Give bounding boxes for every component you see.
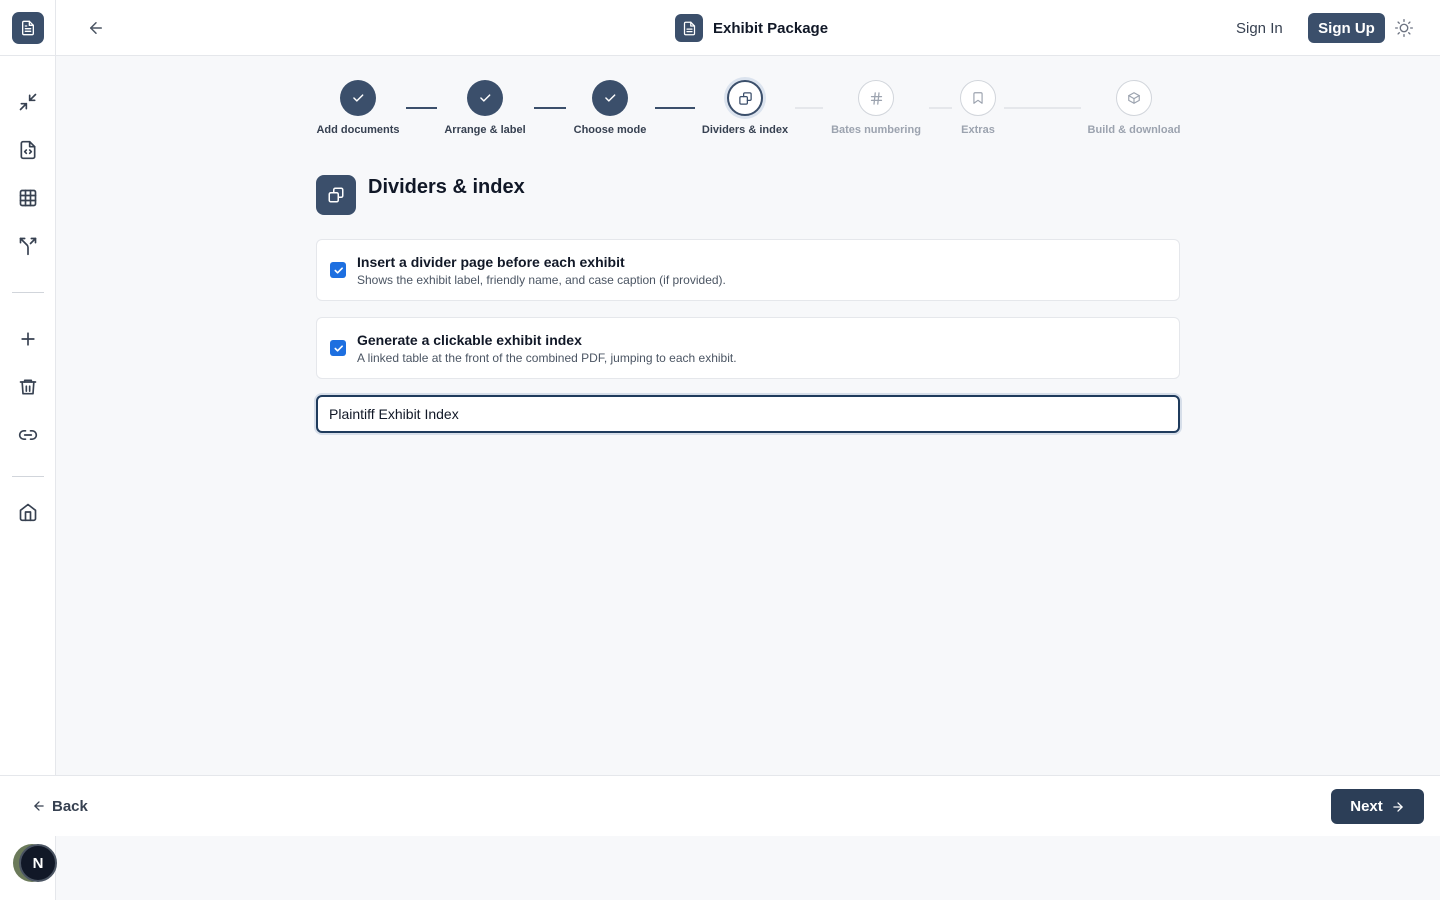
footer-bar: Back Next <box>0 775 1440 836</box>
page-title-group: Exhibit Package <box>675 14 828 42</box>
sidebar-separator <box>12 476 44 477</box>
document-icon <box>675 14 703 42</box>
option-description: A linked table at the front of the combi… <box>357 351 737 365</box>
step-label: Add documents <box>316 124 400 136</box>
file-code-icon[interactable] <box>16 138 40 162</box>
back-button-label: Back <box>52 797 88 815</box>
divider-checkbox[interactable] <box>330 262 346 278</box>
copy-icon <box>727 80 763 116</box>
step-choose-mode[interactable]: Choose mode <box>568 80 652 136</box>
step-connector <box>929 107 952 109</box>
step-dividers-index[interactable]: Dividers & index <box>697 80 793 136</box>
section-copy-icon <box>316 175 356 215</box>
divider-option-card[interactable]: Insert a divider page before each exhibi… <box>316 239 1180 301</box>
index-option-card[interactable]: Generate a clickable exhibit index A lin… <box>316 317 1180 379</box>
step-connector <box>795 107 823 109</box>
split-icon[interactable] <box>16 234 40 258</box>
package-icon <box>1116 80 1152 116</box>
sidebar-top-divider <box>0 55 56 56</box>
check-icon <box>467 80 503 116</box>
sidebar-separator <box>12 292 44 293</box>
option-title: Generate a clickable exhibit index <box>357 332 582 348</box>
sidebar <box>0 0 56 900</box>
link-icon[interactable] <box>16 423 40 447</box>
step-connector <box>655 107 695 109</box>
step-connector <box>406 107 437 109</box>
section-title: Dividers & index <box>368 176 525 198</box>
step-label: Bates numbering <box>831 124 921 136</box>
index-title-input[interactable] <box>316 395 1180 433</box>
step-label: Arrange & label <box>444 124 526 136</box>
top-header: Exhibit Package Sign In Sign Up <box>56 0 1440 56</box>
minimize-icon[interactable] <box>16 90 40 114</box>
option-title: Insert a divider page before each exhibi… <box>357 254 625 270</box>
sign-in-link[interactable]: Sign In <box>1236 14 1283 42</box>
bookmark-icon <box>960 80 996 116</box>
hash-icon <box>858 80 894 116</box>
trash-icon[interactable] <box>16 375 40 399</box>
app-logo-icon[interactable] <box>12 12 44 44</box>
step-connector <box>1004 107 1081 109</box>
step-build-download[interactable]: Build & download <box>1084 80 1184 136</box>
index-checkbox[interactable] <box>330 340 346 356</box>
grid-icon[interactable] <box>16 186 40 210</box>
step-label: Extras <box>961 124 995 136</box>
step-bates-numbering[interactable]: Bates numbering <box>826 80 926 136</box>
back-button[interactable]: Back <box>32 796 88 816</box>
step-extras[interactable]: Extras <box>953 80 1003 136</box>
arrow-right-icon <box>1393 801 1403 812</box>
step-connector <box>534 107 566 109</box>
check-icon <box>592 80 628 116</box>
home-icon[interactable] <box>16 500 40 524</box>
option-description: Shows the exhibit label, friendly name, … <box>357 273 726 287</box>
back-arrow-icon[interactable] <box>84 16 108 40</box>
step-label: Dividers & index <box>701 124 789 136</box>
user-avatar[interactable]: N <box>19 844 57 882</box>
check-icon <box>340 80 376 116</box>
step-label: Build & download <box>1087 124 1181 136</box>
step-label: Choose mode <box>573 124 647 136</box>
sun-icon[interactable] <box>1392 16 1416 40</box>
arrow-left-icon <box>34 801 44 811</box>
page-title: Exhibit Package <box>713 19 829 37</box>
sign-up-button[interactable]: Sign Up <box>1308 13 1385 43</box>
plus-icon[interactable] <box>16 327 40 351</box>
step-arrange-label[interactable]: Arrange & label <box>440 80 530 136</box>
next-button-label: Next <box>1350 798 1383 815</box>
step-add-documents[interactable]: Add documents <box>312 80 404 136</box>
next-button[interactable]: Next <box>1331 789 1424 824</box>
